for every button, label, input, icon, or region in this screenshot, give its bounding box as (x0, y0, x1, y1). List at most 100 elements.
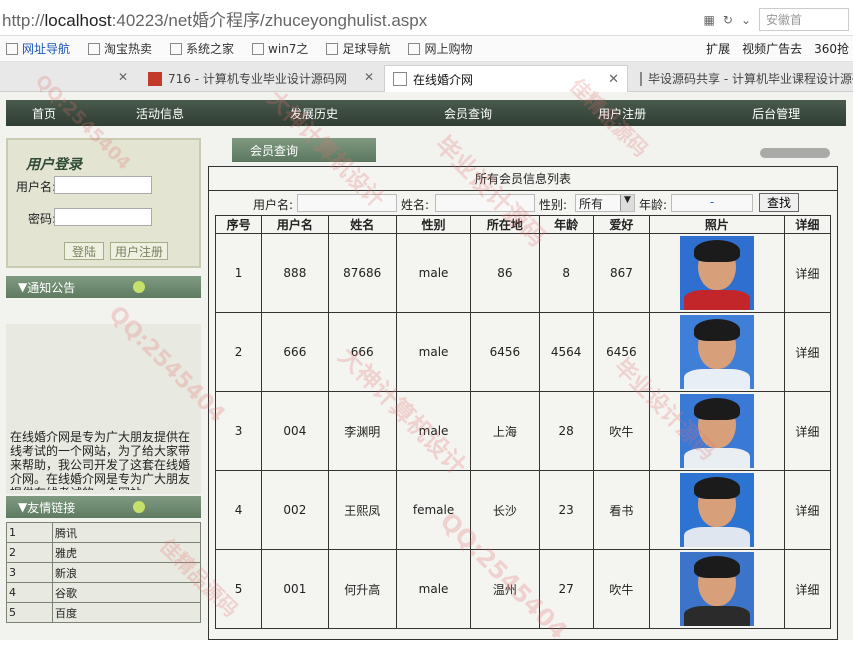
password-label: 密码: (28, 212, 57, 226)
member-photo[interactable] (679, 315, 754, 389)
link-item[interactable]: 百度 (52, 602, 201, 623)
table-row: 3 新浪 (6, 562, 201, 583)
member-list-box: 所有会员信息列表 用户名: 姓名: 性别: 所有 ▼ 年龄: - 查找 序号 用… (208, 166, 838, 640)
link-item[interactable]: 谷歌 (52, 582, 201, 603)
register-button[interactable]: 用户注册 (110, 242, 168, 260)
cell-photo (649, 233, 785, 313)
cell-name: 666 (327, 312, 397, 392)
bookmark-item[interactable]: 足球导航 (320, 40, 390, 57)
video-ad-button[interactable]: 视频广告去 (742, 40, 802, 57)
cell-place: 长沙 (470, 470, 540, 550)
detail-link[interactable]: 详细 (783, 233, 832, 313)
cell-photo (649, 391, 785, 471)
cell-age: 27 (538, 549, 594, 629)
cell-no: 4 (214, 470, 263, 550)
password-input[interactable] (54, 208, 152, 226)
filter-age-label: 年龄: (639, 198, 668, 212)
close-icon[interactable]: ✕ (608, 72, 619, 87)
bookmark-item[interactable]: 系统之家 (164, 40, 234, 57)
cell-no: 1 (214, 233, 263, 313)
close-icon[interactable]: ✕ (364, 70, 374, 84)
site-favicon (148, 71, 162, 86)
search-box[interactable]: 安徽首 (759, 8, 849, 31)
triangle-down-icon: ▼ (18, 500, 28, 514)
detail-link[interactable]: 详细 (783, 391, 832, 471)
detail-link[interactable]: 详细 (783, 549, 832, 629)
bookmark-icon (326, 42, 339, 55)
bookmark-360[interactable]: 360抢 (814, 40, 849, 57)
login-button[interactable]: 登陆 (64, 242, 104, 260)
url-host: localhost (44, 11, 112, 30)
bookmark-icon (408, 42, 421, 55)
cell-age: 28 (538, 391, 594, 471)
friend-links-table: 1 腾讯 2 雅虎 3 新浪 4 谷歌 5 百度 (6, 522, 201, 623)
chevron-down-icon[interactable]: ▼ (620, 195, 634, 211)
nav-member-search[interactable]: 会员查询 (444, 105, 492, 122)
login-panel: 用户登录 用户名: 密码: 登陆 用户注册 (6, 138, 201, 268)
cell-age: 4564 (538, 312, 594, 392)
cell-hobby: 吹牛 (592, 391, 651, 471)
page-icon (640, 71, 642, 86)
close-icon[interactable]: ✕ (118, 70, 128, 84)
browser-tab-active[interactable]: 在线婚介网 ✕ (384, 65, 628, 92)
link-item[interactable]: 腾讯 (52, 522, 201, 543)
gender-select[interactable]: 所有 ▼ (575, 194, 635, 212)
tab-strip: 716 - 计算机专业毕业设计源码网 在线婚介网 ✕ 毕设源码共享 - 计算机毕… (0, 62, 853, 92)
bookmark-item[interactable]: 网址导航 (0, 40, 70, 57)
links-title: 友情链接 (27, 500, 76, 515)
login-title: 用户登录 (26, 157, 82, 173)
cell-username: 888 (261, 233, 329, 313)
page-icon (393, 72, 407, 86)
address-bar[interactable]: http://localhost:40223/net婚介程序/zhuceyong… (0, 0, 853, 36)
link-item[interactable]: 雅虎 (52, 542, 201, 563)
member-photo[interactable] (679, 394, 754, 468)
cell-age: 23 (538, 470, 594, 550)
browser-tab[interactable]: 毕设源码共享 - 计算机毕业课程设计源码 (632, 65, 853, 92)
cell-gender: male (395, 312, 472, 392)
search-button[interactable]: 查找 (759, 193, 799, 212)
cell-place: 上海 (470, 391, 540, 471)
nav-history[interactable]: 发展历史 (290, 105, 338, 122)
cell-place: 86 (470, 233, 540, 313)
filter-name-input[interactable] (435, 194, 535, 212)
cell-no: 3 (214, 391, 263, 471)
member-section-header: 会员查询 (232, 138, 376, 162)
filter-username-input[interactable] (297, 194, 397, 212)
table-row: 5 001 何升高 male 温州 27 吹牛 详细 (214, 549, 832, 629)
member-photo[interactable] (679, 473, 754, 547)
member-photo[interactable] (679, 552, 754, 626)
nav-admin[interactable]: 后台管理 (752, 105, 800, 122)
bookmark-item[interactable]: 淘宝热卖 (82, 40, 152, 57)
nav-home[interactable]: 首页 (32, 105, 56, 122)
qr-icon[interactable]: ▦ (704, 13, 715, 27)
notice-text: 在线婚介网是专为广大朋友提供在线考试的一个网站，为了给大家带来帮助，我公司开发了… (10, 430, 191, 490)
detail-link[interactable]: 详细 (783, 312, 832, 392)
cell-name: 何升高 (327, 549, 397, 629)
nav-activities[interactable]: 活动信息 (136, 105, 184, 122)
cell-username: 666 (261, 312, 329, 392)
cell-name: 87686 (327, 233, 397, 313)
refresh-icon[interactable]: ↻ (723, 13, 733, 27)
blurred-decoration (760, 148, 830, 158)
url-field[interactable]: http://localhost:40223/net婚介程序/zhuceyong… (2, 6, 427, 31)
link-item[interactable]: 新浪 (52, 562, 201, 583)
table-row: 4 谷歌 (6, 582, 201, 603)
table-row: 1 888 87686 male 86 8 867 详细 (214, 233, 832, 313)
filter-username-label: 用户名: (253, 198, 294, 212)
page-content: 首页 活动信息 发展历史 会员查询 用户注册 后台管理 用户登录 用户名: 密码… (0, 71, 853, 645)
age-range-input[interactable]: - (671, 194, 753, 212)
bookmark-icon (170, 42, 183, 55)
bookmark-item[interactable]: 网上购物 (402, 40, 472, 57)
nav-register[interactable]: 用户注册 (598, 105, 646, 122)
bookmark-icon (252, 42, 265, 55)
username-input[interactable] (54, 176, 152, 194)
browser-tab[interactable]: 716 - 计算机专业毕业设计源码网 (140, 65, 370, 92)
main-nav: 首页 活动信息 发展历史 会员查询 用户注册 后台管理 (6, 100, 846, 126)
extensions-button[interactable]: 扩展 (706, 40, 730, 57)
member-photo[interactable] (679, 236, 754, 310)
detail-link[interactable]: 详细 (783, 470, 832, 550)
cell-place: 6456 (470, 312, 540, 392)
cell-place: 温州 (470, 549, 540, 629)
bookmark-item[interactable]: win7之 (246, 40, 308, 57)
chevron-down-icon[interactable]: ⌄ (741, 13, 751, 27)
